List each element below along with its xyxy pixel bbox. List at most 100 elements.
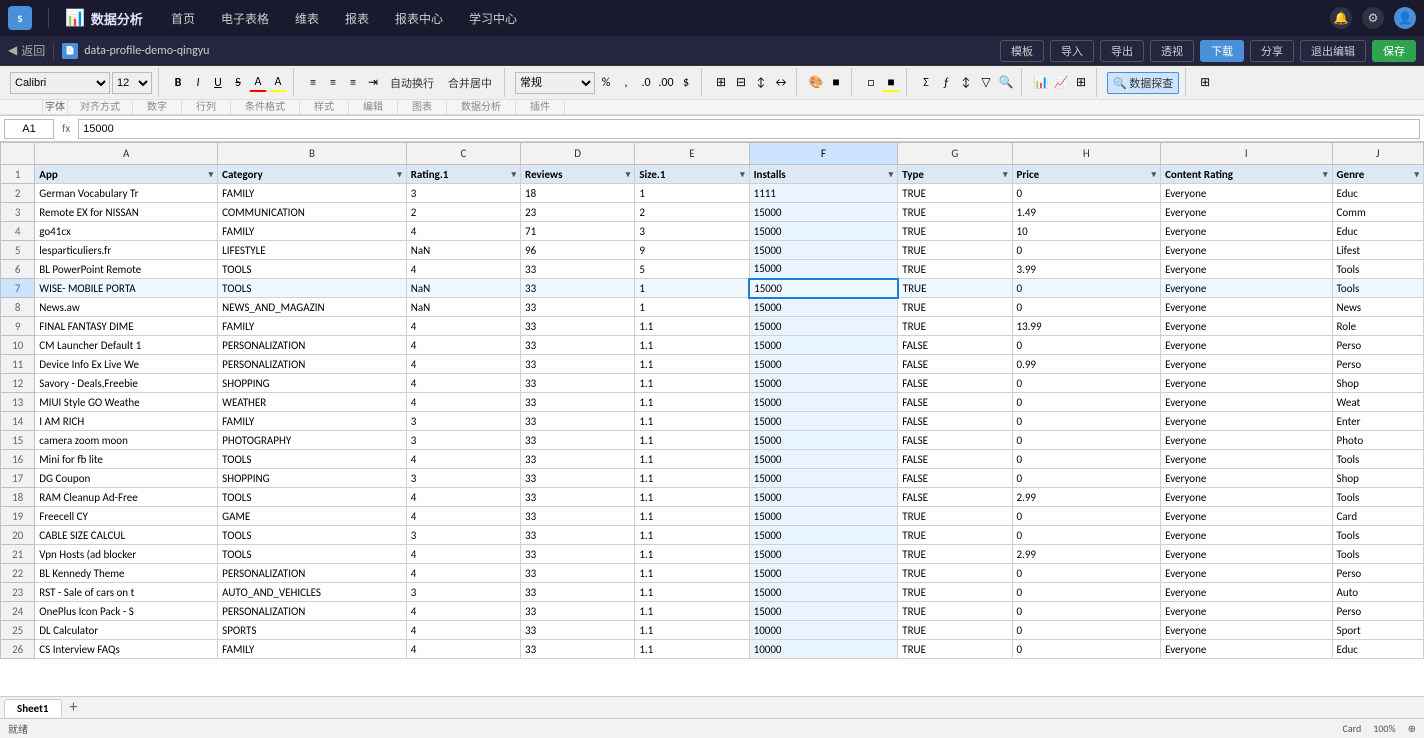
cell-r21-c7[interactable]: 2.99 [1012, 545, 1161, 564]
cell-r12-c0[interactable]: Savory - Deals,Freebie [35, 374, 218, 393]
cell-r8-c5[interactable]: 15000 [749, 298, 898, 317]
row-height-button[interactable]: ↕ [752, 74, 770, 92]
header-cell-3[interactable]: Reviews▾ [521, 165, 635, 184]
cell-r7-c3[interactable]: 33 [521, 279, 635, 298]
cell-r2-c3[interactable]: 18 [521, 184, 635, 203]
cell-r16-c7[interactable]: 0 [1012, 450, 1161, 469]
cell-r13-c8[interactable]: Everyone [1161, 393, 1332, 412]
cell-r25-c3[interactable]: 33 [521, 621, 635, 640]
cell-r6-c5[interactable]: 15000 [749, 260, 898, 279]
cell-r9-c8[interactable]: Everyone [1161, 317, 1332, 336]
cell-r10-c5[interactable]: 15000 [749, 336, 898, 355]
cell-r6-c8[interactable]: Everyone [1161, 260, 1332, 279]
cell-r20-c9[interactable]: Tools [1332, 526, 1423, 545]
chart-type-button[interactable]: 📈 [1052, 74, 1070, 92]
cell-r19-c8[interactable]: Everyone [1161, 507, 1332, 526]
cell-r6-c9[interactable]: Tools [1332, 260, 1423, 279]
thousand-sep-button[interactable]: , [617, 74, 635, 92]
strikethrough-button[interactable]: S [229, 74, 247, 92]
cell-r4-c4[interactable]: 3 [635, 222, 749, 241]
delete-row-button[interactable]: ⊟ [732, 74, 750, 92]
cell-r3-c8[interactable]: Everyone [1161, 203, 1332, 222]
cell-r24-c5[interactable]: 15000 [749, 602, 898, 621]
cell-r11-c0[interactable]: Device Info Ex Live We [35, 355, 218, 374]
cell-r15-c7[interactable]: 0 [1012, 431, 1161, 450]
col-header-C[interactable]: C [406, 143, 520, 165]
cell-r6-c7[interactable]: 3.99 [1012, 260, 1161, 279]
cell-r3-c2[interactable]: 2 [406, 203, 520, 222]
cell-r15-c8[interactable]: Everyone [1161, 431, 1332, 450]
cell-r20-c8[interactable]: Everyone [1161, 526, 1332, 545]
cell-r18-c5[interactable]: 15000 [749, 488, 898, 507]
merge-center-button[interactable]: 合并居中 [442, 72, 498, 94]
cell-r5-c8[interactable]: Everyone [1161, 241, 1332, 260]
user-avatar[interactable]: 👤 [1394, 7, 1416, 29]
cell-r11-c8[interactable]: Everyone [1161, 355, 1332, 374]
cell-r25-c1[interactable]: SPORTS [218, 621, 407, 640]
cell-r25-c5[interactable]: 10000 [749, 621, 898, 640]
cell-r3-c0[interactable]: Remote EX for NISSAN [35, 203, 218, 222]
cell-r19-c7[interactable]: 0 [1012, 507, 1161, 526]
cell-r21-c4[interactable]: 1.1 [635, 545, 749, 564]
cell-r11-c2[interactable]: 4 [406, 355, 520, 374]
cell-r19-c4[interactable]: 1.1 [635, 507, 749, 526]
cell-r18-c0[interactable]: RAM Cleanup Ad-Free [35, 488, 218, 507]
cell-r23-c4[interactable]: 1.1 [635, 583, 749, 602]
cell-r8-c4[interactable]: 1 [635, 298, 749, 317]
cell-r13-c1[interactable]: WEATHER [218, 393, 407, 412]
cell-r6-c0[interactable]: BL PowerPoint Remote [35, 260, 218, 279]
cell-r22-c0[interactable]: BL Kennedy Theme [35, 564, 218, 583]
col-header-D[interactable]: D [521, 143, 635, 165]
cell-r24-c1[interactable]: PERSONALIZATION [218, 602, 407, 621]
cell-r20-c3[interactable]: 33 [521, 526, 635, 545]
cell-r20-c7[interactable]: 0 [1012, 526, 1161, 545]
cell-r18-c7[interactable]: 2.99 [1012, 488, 1161, 507]
cell-r9-c0[interactable]: FINAL FANTASY DIME [35, 317, 218, 336]
cell-r26-c3[interactable]: 33 [521, 640, 635, 659]
cell-r16-c4[interactable]: 1.1 [635, 450, 749, 469]
cell-r25-c0[interactable]: DL Calculator [35, 621, 218, 640]
cell-r16-c6[interactable]: FALSE [898, 450, 1012, 469]
cell-r9-c5[interactable]: 15000 [749, 317, 898, 336]
cell-r3-c9[interactable]: Comm [1332, 203, 1423, 222]
save-button[interactable]: 保存 [1372, 40, 1416, 62]
percent-button[interactable]: % [597, 74, 615, 92]
cell-r10-c7[interactable]: 0 [1012, 336, 1161, 355]
align-center-button[interactable]: ≡ [324, 74, 342, 92]
cell-r12-c8[interactable]: Everyone [1161, 374, 1332, 393]
cell-r3-c7[interactable]: 1.49 [1012, 203, 1161, 222]
auto-wrap-button[interactable]: 自动换行 [384, 72, 440, 94]
cell-r5-c6[interactable]: TRUE [898, 241, 1012, 260]
cell-r21-c2[interactable]: 4 [406, 545, 520, 564]
cell-r16-c5[interactable]: 15000 [749, 450, 898, 469]
cell-r6-c6[interactable]: TRUE [898, 260, 1012, 279]
cell-r25-c2[interactable]: 4 [406, 621, 520, 640]
header-cell-7[interactable]: Price▾ [1012, 165, 1161, 184]
cell-r9-c2[interactable]: 4 [406, 317, 520, 336]
cell-r22-c9[interactable]: Perso [1332, 564, 1423, 583]
cell-r14-c9[interactable]: Enter [1332, 412, 1423, 431]
cell-r19-c2[interactable]: 4 [406, 507, 520, 526]
cell-r14-c5[interactable]: 15000 [749, 412, 898, 431]
font-family-select[interactable]: Calibri [10, 72, 110, 94]
cell-r21-c9[interactable]: Tools [1332, 545, 1423, 564]
decrease-decimal-button[interactable]: .00 [657, 74, 675, 92]
cell-reference-input[interactable] [4, 119, 54, 139]
cell-r8-c9[interactable]: News [1332, 298, 1423, 317]
cell-r9-c9[interactable]: Role [1332, 317, 1423, 336]
cell-r26-c7[interactable]: 0 [1012, 640, 1161, 659]
header-cell-1[interactable]: Category▾ [218, 165, 407, 184]
cell-r11-c1[interactable]: PERSONALIZATION [218, 355, 407, 374]
cell-r15-c4[interactable]: 1.1 [635, 431, 749, 450]
cell-r26-c6[interactable]: TRUE [898, 640, 1012, 659]
font-color-button[interactable]: A [249, 74, 267, 92]
cell-r20-c4[interactable]: 1.1 [635, 526, 749, 545]
cell-r13-c2[interactable]: 4 [406, 393, 520, 412]
cell-r17-c4[interactable]: 1.1 [635, 469, 749, 488]
cell-r7-c6[interactable]: TRUE [898, 279, 1012, 298]
cell-r9-c6[interactable]: TRUE [898, 317, 1012, 336]
col-header-G[interactable]: G [898, 143, 1012, 165]
cell-r21-c0[interactable]: Vpn Hosts (ad blocker [35, 545, 218, 564]
transparent-button[interactable]: 透视 [1150, 40, 1194, 62]
cell-r11-c3[interactable]: 33 [521, 355, 635, 374]
